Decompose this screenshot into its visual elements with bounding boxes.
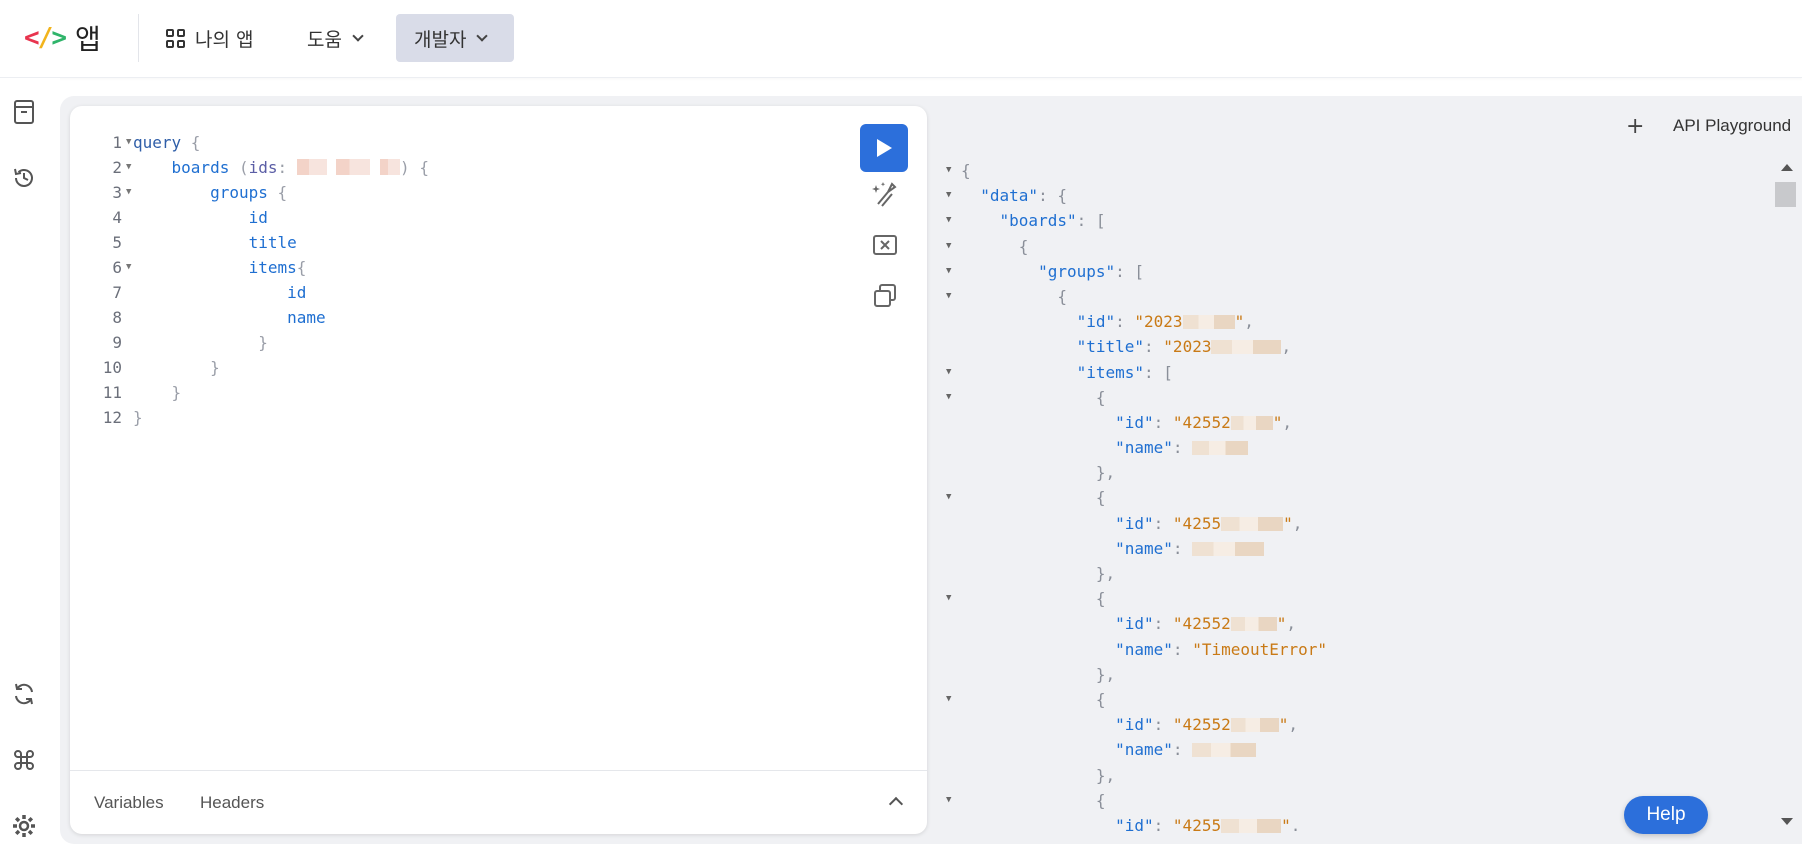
help-menu-label: 도움 [307,28,342,51]
editor-footer: Variables Headers [70,770,927,834]
response-panel: + API Playground ▼{ ▼ "data": { ▼ "board… [946,114,1792,835]
copy-query-button[interactable] [870,281,900,311]
merge-fragments-button[interactable] [870,230,900,260]
panel-title: API Playground [1673,116,1792,135]
compress-icon [873,235,897,255]
redacted-value [1230,617,1277,632]
redacted-value [1192,743,1257,758]
redacted-value [1230,718,1279,733]
developer-menu-button[interactable]: 개발자 [396,14,514,62]
redacted-value [296,159,327,175]
scroll-up-arrow[interactable] [1781,164,1793,171]
apps-grid-icon [166,28,185,48]
chevron-up-icon[interactable] [888,796,904,812]
help-button[interactable]: Help [1624,796,1708,834]
add-tab-button[interactable]: + [1626,114,1644,139]
magic-wand-icon [872,182,897,207]
my-apps-label: 나의 앱 [195,28,254,51]
copy-icon [874,284,896,307]
redacted-value [1230,415,1273,430]
help-menu-button[interactable]: 도움 [289,14,380,62]
refresh-icon[interactable] [10,680,38,708]
app-logo[interactable]: </> 앱 [24,18,101,58]
run-query-button[interactable] [860,124,908,172]
redacted-value [380,159,401,175]
left-sidebar [0,78,60,854]
redacted-value [336,159,371,175]
tab-headers[interactable]: Headers [200,793,264,813]
redacted-value [1182,315,1235,330]
redacted-value [1221,516,1284,531]
scrollbar-thumb[interactable] [1775,182,1796,207]
prettify-button[interactable] [870,179,900,209]
app-name: 앱 [74,23,101,56]
redacted-value [1211,340,1282,355]
nav-divider [138,14,139,62]
chevron-down-icon [352,29,364,42]
my-apps-button[interactable]: 나의 앱 [148,14,271,62]
code-logo-icon: </> [24,23,67,53]
tab-variables[interactable]: Variables [94,793,164,813]
redacted-value [1192,541,1265,556]
top-navigation-bar: </> 앱 나의 앱 도움 개발자 [0,0,1802,78]
scroll-down-arrow[interactable] [1781,818,1793,825]
redacted-value [1221,818,1282,833]
chevron-down-icon [476,29,489,42]
developer-menu-label: 개발자 [414,28,467,51]
redacted-value [1192,441,1249,456]
settings-icon[interactable] [10,812,38,840]
history-icon[interactable] [10,164,38,192]
command-icon[interactable] [10,746,38,774]
archive-icon[interactable] [10,98,38,126]
query-editor-panel[interactable]: 1 ▼ query { 2 ▼ boards (ids: ) { 3 ▼ groups … [70,106,927,834]
play-icon [877,139,892,157]
